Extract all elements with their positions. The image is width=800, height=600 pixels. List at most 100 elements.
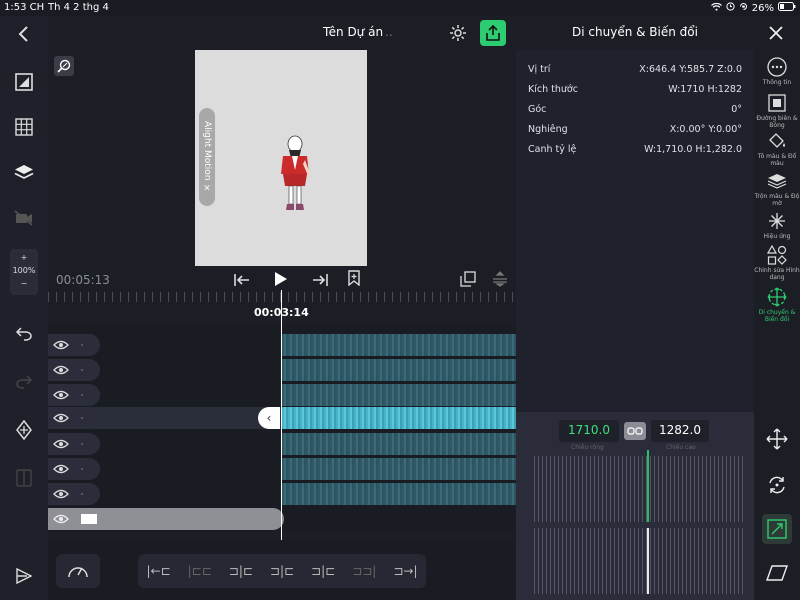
skew-icon[interactable] <box>762 558 792 588</box>
status-bar: 1:53 CH Th 4 2 thg 4 26% <box>0 0 800 16</box>
move-transform-button[interactable]: Di chuyển & Biến đổi <box>754 286 800 323</box>
move-arrows-icon[interactable] <box>762 424 792 454</box>
project-title[interactable]: Tên Dự án <box>323 25 383 39</box>
icon-label: Trộn màu & Độ mờ <box>754 193 800 207</box>
alarm-icon <box>726 2 735 14</box>
layer-clip[interactable] <box>282 359 516 381</box>
collapse-chevron-icon[interactable]: ‹ <box>258 407 280 429</box>
aspect-ratio-icon[interactable] <box>8 66 40 98</box>
fill-color-button[interactable]: Tô màu & Đổ màu <box>754 130 800 167</box>
track-layer-3[interactable] <box>48 384 516 406</box>
eye-icon <box>53 340 69 350</box>
character-sprite[interactable] <box>269 134 317 222</box>
grid-icon[interactable] <box>8 111 40 143</box>
border-shadow-button[interactable]: Đường biên & Bóng <box>754 92 800 129</box>
prop-position[interactable]: Vị trí X:646.4 Y:585.7 Z:0.0 <box>528 64 742 84</box>
track-layer-1[interactable] <box>48 334 516 356</box>
layer-visibility[interactable] <box>48 384 100 406</box>
join-icon[interactable]: ⊐|⊏ <box>311 564 335 578</box>
settings-gear-icon[interactable] <box>449 24 467 42</box>
layer-visibility[interactable] <box>48 458 100 480</box>
width-value-field[interactable]: 1710.0 <box>559 420 619 442</box>
skip-to-end-icon[interactable] <box>312 272 328 291</box>
blend-opacity-button[interactable]: Trộn màu & Độ mờ <box>754 170 800 207</box>
height-dial[interactable] <box>534 528 744 594</box>
track-layer-8-background[interactable] <box>48 508 516 530</box>
layer-visibility[interactable] <box>48 334 100 356</box>
prop-scale[interactable]: Canh tỷ lệ W:1,710.0 H:1,282.0 <box>528 144 742 164</box>
track-layer-6[interactable] <box>48 458 516 480</box>
play-all-icon[interactable] <box>8 560 40 592</box>
zoom-fit-icon[interactable] <box>54 56 74 76</box>
prop-label: Nghiêng <box>528 124 568 135</box>
zoom-control[interactable]: + 100% − <box>10 249 38 295</box>
zoom-in-button[interactable]: + <box>10 251 38 264</box>
layer-clip[interactable] <box>282 384 516 406</box>
bookmark-icon[interactable] <box>348 270 360 290</box>
back-icon[interactable] <box>8 18 40 50</box>
preview-area: Alight Motion × <box>48 50 516 266</box>
timeline-height-icon[interactable] <box>492 271 508 291</box>
height-value-field[interactable]: 1282.0 <box>651 420 709 442</box>
prop-angle[interactable]: Góc 0° <box>528 104 742 124</box>
redo-icon[interactable] <box>8 366 40 398</box>
scale-icon[interactable] <box>762 514 792 544</box>
transform-properties: Vị trí X:646.4 Y:585.7 Z:0.0 Kích thước W:… <box>528 64 742 164</box>
layer-clip[interactable] <box>282 334 516 356</box>
keyframe-icon[interactable] <box>8 414 40 446</box>
trim-end-icon[interactable]: ⊐→| <box>393 564 417 578</box>
layer-visibility[interactable] <box>48 483 100 505</box>
width-dial[interactable] <box>534 450 744 522</box>
link-aspect-button[interactable] <box>624 422 646 440</box>
layer-dot <box>81 468 83 470</box>
watermark-badge[interactable]: Alight Motion × <box>199 108 215 206</box>
layers-icon[interactable] <box>8 156 40 188</box>
link-icon <box>627 427 643 435</box>
height-label: Chiều cao <box>666 444 696 451</box>
edit-shape-button[interactable]: Chỉnh sửa Hình dạng <box>754 244 800 281</box>
layer-clip[interactable] <box>282 458 516 480</box>
layer-clip[interactable] <box>282 483 516 505</box>
prop-label: Canh tỷ lệ <box>528 144 577 155</box>
undo-icon[interactable] <box>8 318 40 350</box>
track-layer-5[interactable] <box>48 433 516 455</box>
copy-frame-icon[interactable] <box>460 271 476 291</box>
prop-size[interactable]: Kích thước W:1710 H:1282 <box>528 84 742 104</box>
preview-canvas[interactable]: Alight Motion × <box>195 50 367 266</box>
layer-visibility[interactable] <box>48 359 100 381</box>
sparkle-icon <box>766 210 788 232</box>
rotate-icon[interactable] <box>762 470 792 500</box>
icon-label: Thông tin <box>762 79 792 86</box>
prop-skew[interactable]: Nghiêng X:0.00° Y:0.00° <box>528 124 742 144</box>
split-icon[interactable]: ⊐|⊏ <box>229 564 253 578</box>
layer-visibility[interactable] <box>48 407 100 429</box>
layer-visibility[interactable] <box>48 433 100 455</box>
split-at-playhead-icon[interactable]: ⊐|⊏ <box>270 564 294 578</box>
close-icon[interactable] <box>764 22 788 44</box>
eye-icon <box>53 489 69 499</box>
skip-to-start-icon[interactable] <box>234 272 250 291</box>
layer-clip[interactable] <box>282 433 516 455</box>
left-toolbar: + 100% − <box>0 16 48 600</box>
track-layer-2[interactable] <box>48 359 516 381</box>
export-button[interactable] <box>480 20 506 46</box>
play-icon[interactable] <box>274 271 288 291</box>
timeline-ruler[interactable] <box>48 292 516 302</box>
split-icon[interactable] <box>8 462 40 494</box>
info-button[interactable]: Thông tin <box>754 56 800 86</box>
trim-start-icon[interactable]: |←⊏ <box>146 564 170 578</box>
icon-label: Đường biên & Bóng <box>756 115 798 129</box>
layer-dot <box>81 493 83 495</box>
track-layer-7[interactable] <box>48 483 516 505</box>
track-layer-4-selected[interactable]: ‹ <box>48 407 516 429</box>
effects-button[interactable]: Hiệu ứng <box>754 210 800 240</box>
paint-bucket-icon <box>766 130 788 152</box>
split-end-icon[interactable]: ⊐⊐| <box>352 564 376 578</box>
layer-visibility[interactable] <box>48 508 284 530</box>
split-start-icon[interactable]: |⊏⊏ <box>188 564 212 578</box>
layer-clip-selected[interactable] <box>282 407 516 429</box>
zoom-out-button[interactable]: − <box>10 277 38 290</box>
speed-gauge-icon[interactable] <box>56 554 100 588</box>
camera-off-icon[interactable] <box>8 202 40 234</box>
status-date: Th 4 2 thg 4 <box>48 2 109 13</box>
